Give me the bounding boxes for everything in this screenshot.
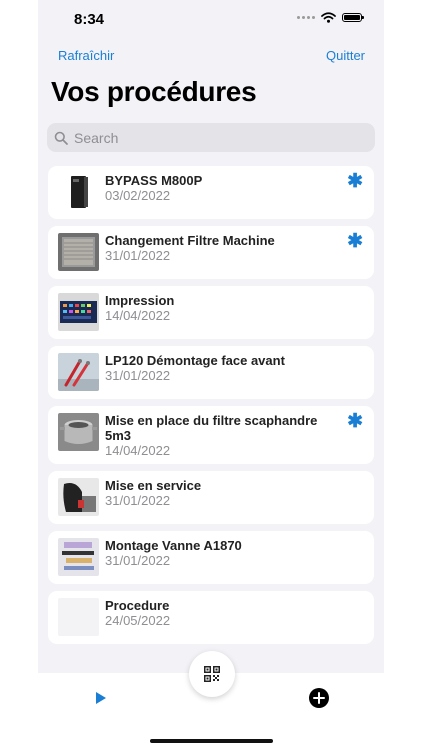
status-bar: 8:34	[38, 0, 384, 40]
play-button[interactable]	[95, 691, 107, 710]
procedure-date: 03/02/2022	[105, 188, 171, 203]
procedure-title: Mise en place du filtre scaphandre 5m3	[105, 413, 318, 443]
procedure-item[interactable]: Impression 14/04/2022	[48, 286, 374, 339]
procedure-title: Mise en service	[105, 478, 202, 493]
status-time: 8:34	[74, 11, 105, 28]
procedure-title: Impression	[105, 293, 175, 308]
procedure-item[interactable]: Changement Filtre Machine 31/01/2022 ✱	[48, 226, 374, 279]
device-icon	[58, 173, 99, 211]
machine-icon	[58, 478, 99, 516]
qr-code-icon	[204, 666, 220, 682]
procedure-date: 14/04/2022	[105, 308, 171, 323]
procedure-title: Procedure	[105, 598, 170, 613]
procedure-title: BYPASS M800P	[105, 173, 203, 188]
procedure-title: LP120 Démontage face avant	[105, 353, 285, 368]
procedure-date: 31/01/2022	[105, 493, 171, 508]
procedure-item[interactable]: Montage Vanne A1870 31/01/2022	[48, 531, 374, 584]
home-indicator	[150, 739, 273, 743]
procedure-date: 24/05/2022	[105, 613, 171, 628]
search-bar[interactable]	[47, 123, 375, 152]
procedure-item[interactable]: Mise en service 31/01/2022	[48, 471, 374, 524]
placeholder-thumbnail	[58, 598, 99, 636]
procedure-title: Montage Vanne A1870	[105, 538, 242, 553]
qr-scan-button[interactable]	[189, 651, 235, 697]
procedure-title: Changement Filtre Machine	[105, 233, 275, 248]
filter-icon	[58, 233, 99, 271]
status-icons	[297, 12, 364, 23]
quit-button[interactable]: Quitter	[326, 48, 365, 63]
add-button[interactable]	[309, 688, 329, 713]
procedure-item[interactable]: BYPASS M800P 03/02/2022 ✱	[48, 166, 374, 219]
add-icon	[309, 688, 329, 708]
procedure-date: 31/01/2022	[105, 368, 171, 383]
procedure-date: 31/01/2022	[105, 553, 171, 568]
app-screen: 8:34 Rafraîchir Quitter Vos procédures B…	[38, 0, 384, 673]
page-title: Vos procédures	[51, 76, 257, 107]
play-icon	[96, 692, 106, 704]
procedure-item[interactable]: LP120 Démontage face avant 31/01/2022	[48, 346, 374, 399]
wifi-icon	[321, 12, 336, 23]
screen-icon	[58, 293, 99, 331]
starred-icon[interactable]: ✱	[347, 232, 363, 251]
pot-icon	[58, 413, 99, 451]
starred-icon[interactable]: ✱	[347, 412, 363, 431]
tools-icon	[58, 353, 99, 391]
procedure-date: 31/01/2022	[105, 248, 171, 263]
procedure-item[interactable]: Mise en place du filtre scaphandre 5m3 1…	[48, 406, 374, 464]
procedure-date: 14/04/2022	[105, 443, 171, 458]
search-input[interactable]	[74, 129, 354, 146]
search-icon	[54, 131, 68, 145]
refresh-button[interactable]: Rafraîchir	[58, 48, 114, 63]
cellular-signal-icon	[297, 16, 315, 19]
parts-icon	[58, 538, 99, 576]
procedure-item[interactable]: Procedure 24/05/2022	[48, 591, 374, 644]
starred-icon[interactable]: ✱	[347, 172, 363, 191]
battery-icon	[342, 13, 364, 22]
